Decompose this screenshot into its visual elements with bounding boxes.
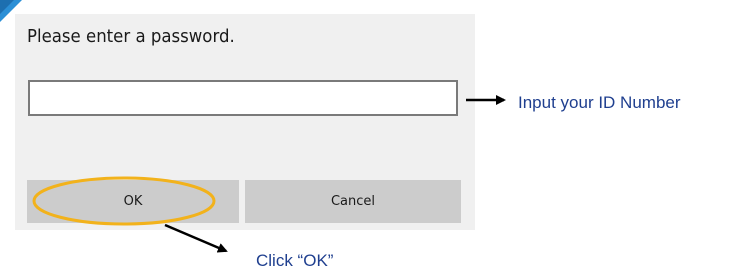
- password-input[interactable]: [28, 80, 458, 116]
- ok-button[interactable]: OK: [27, 180, 239, 223]
- input-hint-label: Input your ID Number: [518, 93, 681, 112]
- password-dialog: Please enter a password. OK Cancel: [15, 14, 475, 230]
- cancel-button[interactable]: Cancel: [245, 180, 461, 223]
- ok-hint-label: Click “OK”: [256, 251, 334, 270]
- dialog-message: Please enter a password.: [27, 26, 235, 47]
